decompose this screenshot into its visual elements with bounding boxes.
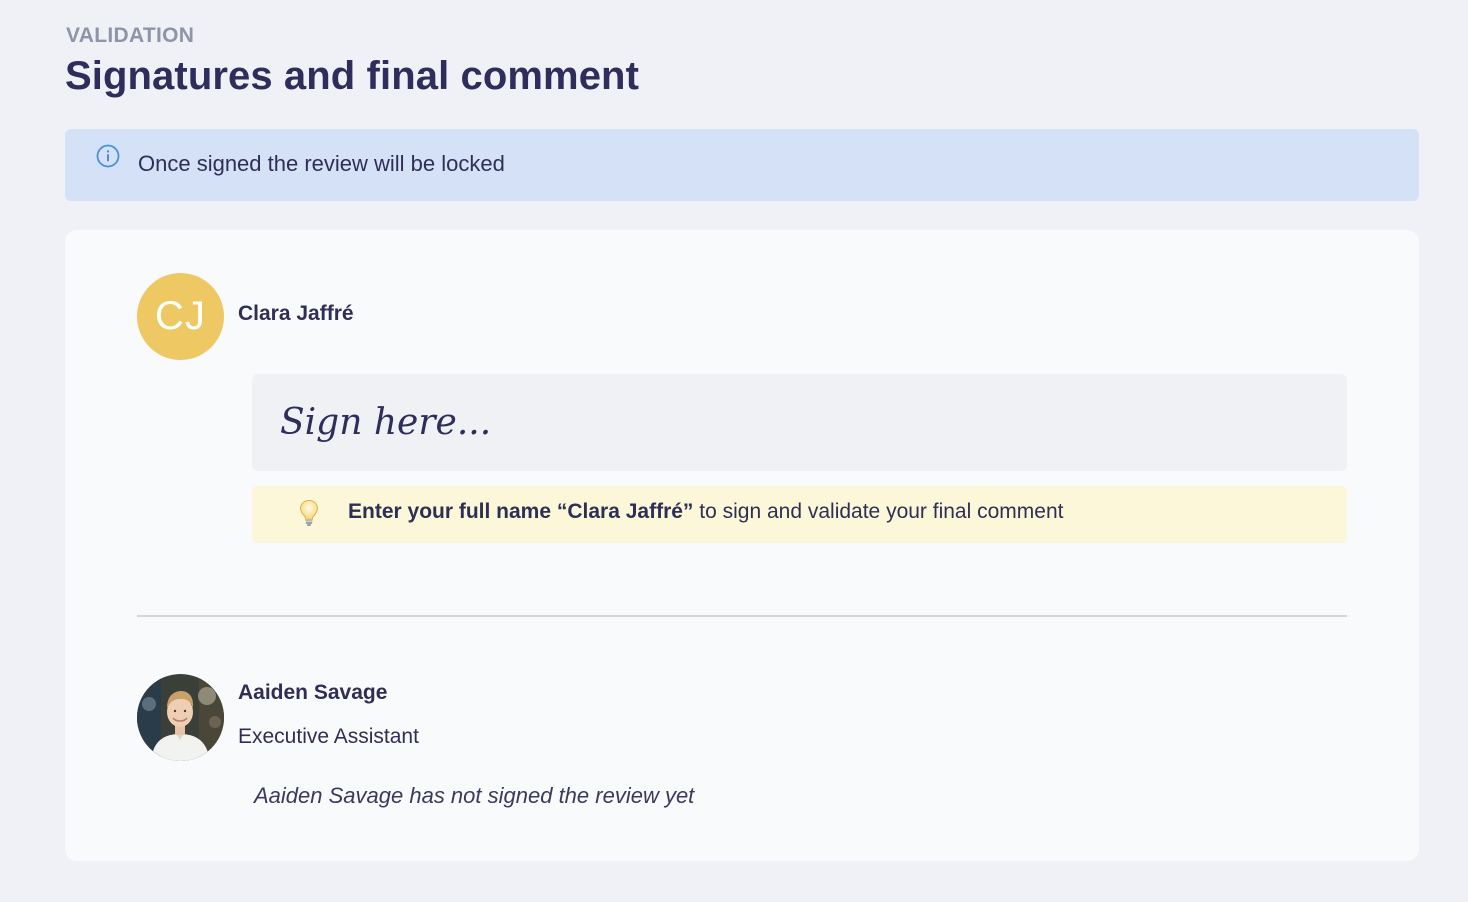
avatar: CJ xyxy=(137,273,224,360)
section-eyebrow: VALIDATION xyxy=(66,24,195,47)
person-role: Executive Assistant xyxy=(238,725,419,748)
divider xyxy=(137,615,1347,617)
lightbulb-icon xyxy=(299,499,319,526)
hint-regular-text: to sign and validate your final comment xyxy=(693,500,1064,523)
hint-text: Enter your full name “Clara Jaffré” to s… xyxy=(348,500,1063,524)
signatures-page: VALIDATION Signatures and final comment … xyxy=(0,0,1468,902)
signer-name: Clara Jaffré xyxy=(238,302,354,325)
signature-status: Aaiden Savage has not signed the review … xyxy=(254,783,695,808)
info-circle-icon xyxy=(96,144,120,168)
signature-input[interactable] xyxy=(252,374,1347,471)
person-name: Aaiden Savage xyxy=(238,681,388,704)
avatar-initials: CJ xyxy=(155,294,206,338)
user-photo-icon xyxy=(137,674,224,761)
page-title: Signatures and final comment xyxy=(65,54,640,98)
hint-bold-text: Enter your full name “Clara Jaffré” xyxy=(348,500,694,523)
info-banner-text: Once signed the review will be locked xyxy=(138,151,505,176)
avatar-photo xyxy=(137,674,224,761)
